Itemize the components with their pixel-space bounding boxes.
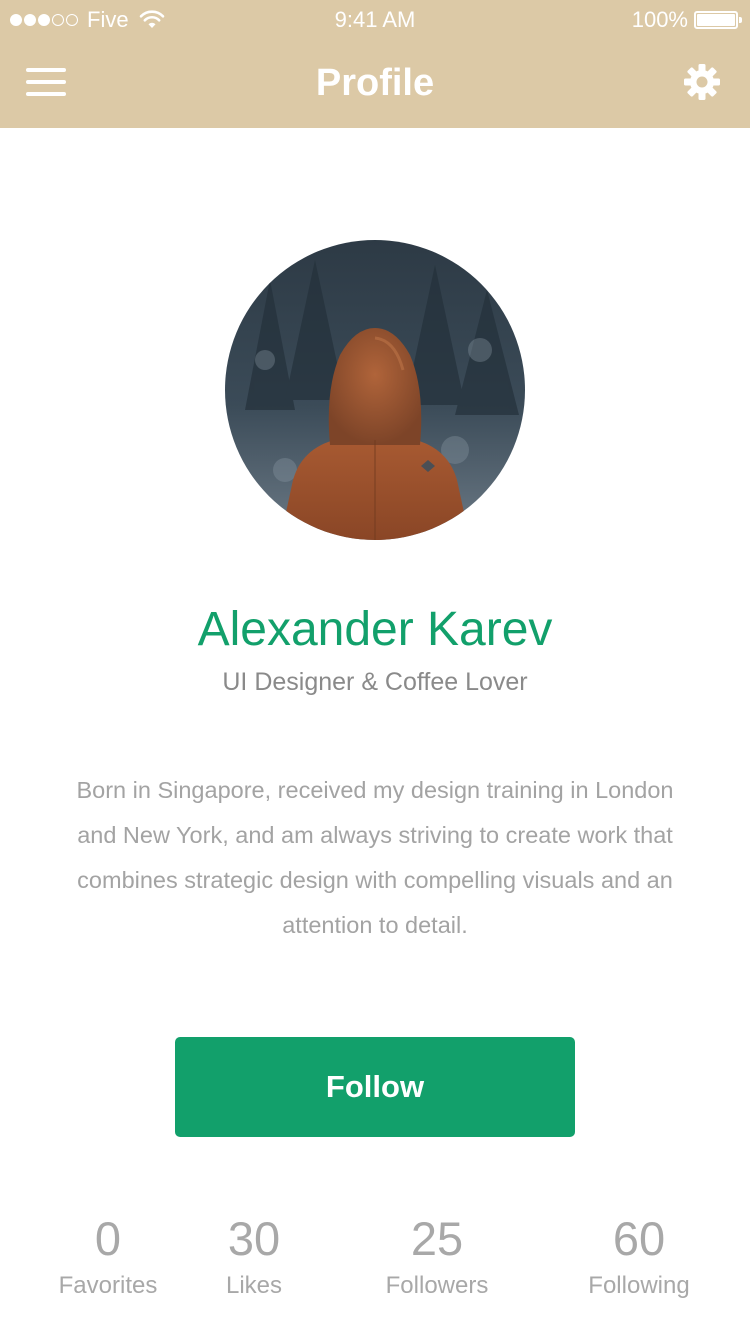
stat-following[interactable]: 60 Following	[549, 1208, 729, 1302]
stat-label: Followers	[385, 1272, 489, 1299]
stat-value: 30	[227, 1212, 281, 1265]
battery-percent: 100%	[631, 7, 688, 32]
page-title: Profile	[315, 62, 435, 104]
avatar[interactable]	[225, 240, 525, 540]
battery-icon	[694, 9, 742, 31]
status-bar: Five 9:41 AM 100%	[0, 0, 750, 40]
gear-icon[interactable]	[682, 62, 722, 102]
follow-button[interactable]: Follow	[175, 1037, 575, 1137]
stat-likes[interactable]: 30 Likes	[164, 1208, 344, 1302]
profile-subtitle: UI Designer & Coffee Lover	[222, 668, 528, 696]
profile-bio: Born in Singapore, received my design tr…	[76, 777, 674, 938]
stat-label: Following	[588, 1272, 690, 1299]
status-bar-right: 100%	[632, 7, 742, 33]
stat-followers[interactable]: 25 Followers	[347, 1208, 527, 1302]
profile-name: Alexander Karev	[197, 603, 553, 656]
stat-label: Likes	[225, 1272, 283, 1299]
nav-header: Five 9:41 AM 100% Profile	[0, 0, 750, 128]
stat-value: 60	[612, 1212, 666, 1265]
stat-value: 25	[410, 1212, 464, 1265]
avatar-photo	[225, 240, 525, 540]
